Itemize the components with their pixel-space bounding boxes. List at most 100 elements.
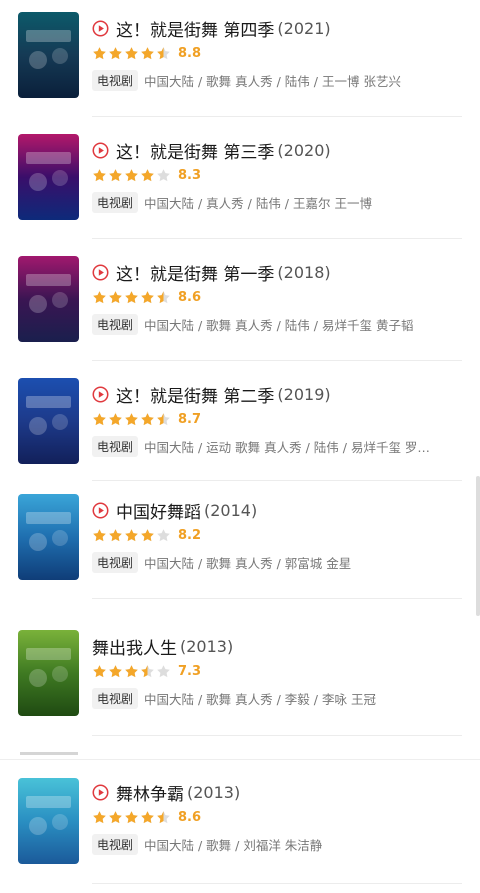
play-icon[interactable]: [92, 142, 109, 159]
play-icon[interactable]: [92, 386, 109, 403]
list-item[interactable]: 舞林争霸 (2013) 8.6 电视剧 中国大陆 / 歌舞 / 刘福洋 朱洁静: [0, 778, 480, 878]
item-year: (2018): [277, 262, 331, 282]
rating-row: 8.6: [92, 808, 201, 826]
item-title[interactable]: 这！就是街舞 第三季: [116, 138, 274, 163]
category-tag: 电视剧: [92, 435, 139, 457]
item-year: (2013): [187, 782, 241, 802]
star-icon: [141, 412, 154, 425]
item-meta: 中国大陆 / 真人秀 / 陆伟 / 王嘉尔 王一博: [144, 195, 372, 211]
rating-row: 8.3: [92, 166, 201, 184]
star-icon: [109, 168, 122, 181]
item-title[interactable]: 这！就是街舞 第二季: [116, 382, 274, 407]
star-icon: [125, 168, 138, 181]
item-title[interactable]: 中国好舞蹈: [116, 498, 201, 523]
list-item[interactable]: 这！就是街舞 第四季 (2021) 8.8 电视剧 中国大陆 / 歌舞 真人秀 / 陆伟…: [0, 12, 480, 114]
title-row: 舞出我人生 (2013): [92, 632, 233, 660]
list-item[interactable]: 这！就是街舞 第二季 (2019) 8.7 电视剧 中国大陆 / 运动 歌舞 真人秀 /…: [0, 378, 480, 480]
star-icon: [157, 528, 170, 541]
list-item[interactable]: 舞出我人生 (2013) 7.3 电视剧 中国大陆 / 歌舞 真人秀 / 李毅 / 李咏…: [0, 630, 480, 732]
category-tag: 电视剧: [92, 313, 139, 335]
poster-image[interactable]: [18, 256, 79, 342]
star-icon: [93, 168, 106, 181]
poster-image[interactable]: [18, 378, 79, 464]
list-item[interactable]: 这！就是街舞 第三季 (2020) 8.3 电视剧 中国大陆 / 真人秀 / 陆伟 / …: [0, 134, 480, 236]
star-icon: [141, 290, 154, 303]
item-meta: 中国大陆 / 歌舞 / 刘福洋 朱洁静: [144, 837, 323, 853]
star-icon: [125, 810, 138, 823]
item-title[interactable]: 这！就是街舞 第四季: [116, 16, 274, 41]
title-row: 这！就是街舞 第二季 (2019): [92, 380, 331, 408]
star-rating: [92, 412, 172, 427]
rating-score: 8.6: [178, 809, 202, 825]
rating-score: 8.7: [178, 411, 202, 427]
star-icon: [141, 810, 154, 823]
meta-row: 电视剧 中国大陆 / 运动 歌舞 真人秀 / 陆伟 / 易烊千玺 罗…: [92, 435, 460, 457]
list-item[interactable]: 这！就是街舞 第一季 (2018) 8.6 电视剧 中国大陆 / 歌舞 真人秀 / 陆伟…: [0, 256, 480, 358]
star-rating: [92, 290, 172, 305]
rating-score: 8.2: [178, 527, 202, 543]
item-meta: 中国大陆 / 运动 歌舞 真人秀 / 陆伟 / 易烊千玺 罗…: [144, 439, 430, 455]
category-tag: 电视剧: [92, 69, 139, 91]
item-divider: [92, 360, 462, 361]
item-year: (2013): [180, 636, 234, 656]
rating-score: 7.3: [178, 663, 202, 679]
rating-score: 8.3: [178, 167, 202, 183]
star-icon: [157, 168, 170, 181]
star-icon: [157, 810, 170, 823]
star-icon: [125, 290, 138, 303]
play-icon[interactable]: [92, 20, 109, 37]
star-rating: [92, 528, 172, 543]
rating-row: 8.7: [92, 410, 201, 428]
poster-image[interactable]: [18, 630, 79, 716]
star-icon: [157, 46, 170, 59]
rating-row: 7.3: [92, 662, 201, 680]
star-icon: [157, 290, 170, 303]
star-icon: [109, 46, 122, 59]
star-icon: [157, 664, 170, 677]
item-title[interactable]: 舞林争霸: [116, 780, 184, 805]
star-icon: [93, 664, 106, 677]
section-divider: [0, 759, 480, 760]
star-icon: [125, 46, 138, 59]
category-tag: 电视剧: [92, 551, 139, 573]
meta-row: 电视剧 中国大陆 / 歌舞 / 刘福洋 朱洁静: [92, 833, 460, 855]
star-icon: [93, 46, 106, 59]
play-icon[interactable]: [92, 784, 109, 801]
item-divider: [92, 735, 462, 736]
category-tag: 电视剧: [92, 833, 139, 855]
category-tag: 电视剧: [92, 191, 139, 213]
star-icon: [141, 664, 154, 677]
item-title[interactable]: 这！就是街舞 第一季: [116, 260, 274, 285]
item-divider: [92, 598, 462, 599]
star-icon: [157, 412, 170, 425]
star-icon: [93, 290, 106, 303]
meta-row: 电视剧 中国大陆 / 歌舞 真人秀 / 陆伟 / 王一博 张艺兴: [92, 69, 460, 91]
star-rating: [92, 46, 172, 61]
star-icon: [93, 412, 106, 425]
scrollbar[interactable]: [476, 476, 480, 616]
rating-row: 8.2: [92, 526, 201, 544]
item-meta: 中国大陆 / 歌舞 真人秀 / 郭富城 金星: [144, 555, 352, 571]
star-icon: [141, 528, 154, 541]
item-title[interactable]: 舞出我人生: [92, 634, 177, 659]
title-row: 这！就是街舞 第三季 (2020): [92, 136, 331, 164]
item-divider: [92, 116, 462, 117]
star-icon: [125, 412, 138, 425]
play-icon[interactable]: [92, 502, 109, 519]
poster-image[interactable]: [18, 12, 79, 98]
meta-row: 电视剧 中国大陆 / 歌舞 真人秀 / 郭富城 金星: [92, 551, 460, 573]
play-icon[interactable]: [92, 264, 109, 281]
star-icon: [109, 290, 122, 303]
poster-image[interactable]: [18, 778, 79, 864]
star-icon: [125, 528, 138, 541]
item-meta: 中国大陆 / 歌舞 真人秀 / 陆伟 / 王一博 张艺兴: [144, 73, 401, 89]
list-item[interactable]: 中国好舞蹈 (2014) 8.2 电视剧 中国大陆 / 歌舞 真人秀 / 郭富城 金星: [0, 494, 480, 596]
rating-row: 8.6: [92, 288, 201, 306]
star-icon: [109, 810, 122, 823]
rating-score: 8.8: [178, 45, 202, 61]
title-row: 舞林争霸 (2013): [92, 778, 240, 806]
item-meta: 中国大陆 / 歌舞 真人秀 / 陆伟 / 易烊千玺 黄子韬: [144, 317, 414, 333]
star-icon: [141, 46, 154, 59]
poster-image[interactable]: [18, 494, 79, 580]
poster-image[interactable]: [18, 134, 79, 220]
